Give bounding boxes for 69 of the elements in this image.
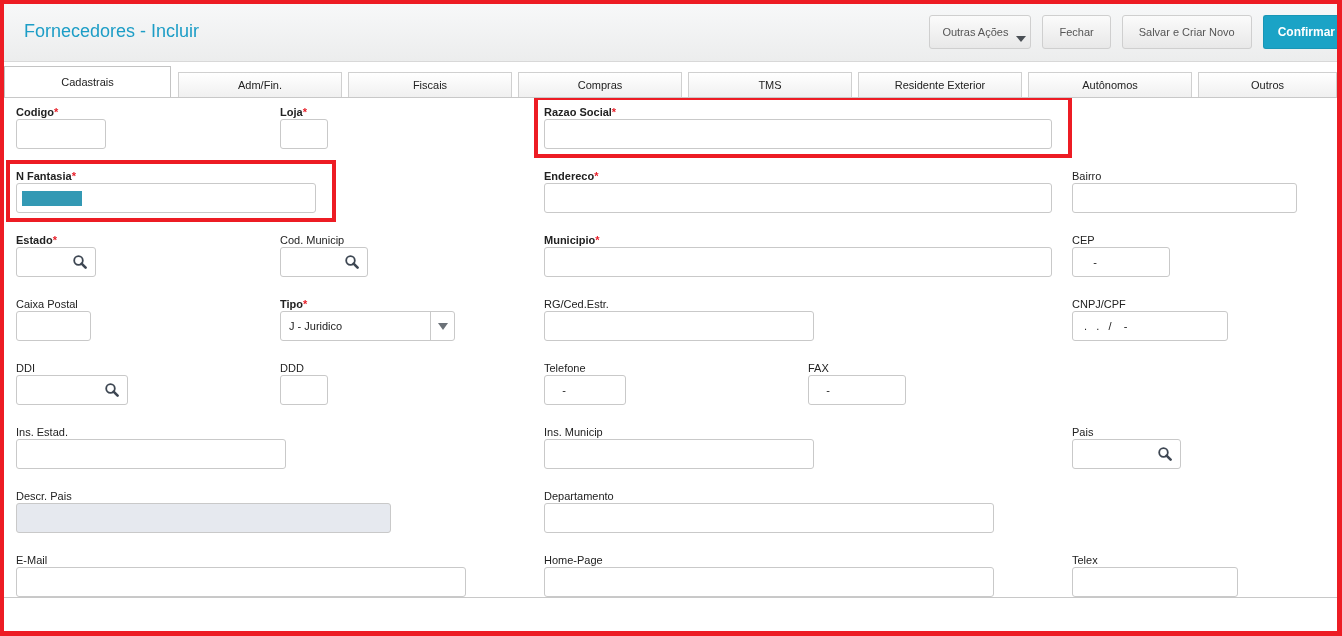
- input-field[interactable]: [280, 119, 328, 149]
- field-label: Endereco*: [544, 169, 599, 183]
- input-field[interactable]: [544, 183, 1052, 213]
- input-field[interactable]: [280, 375, 328, 405]
- toolbar-button[interactable]: Fechar: [1042, 15, 1111, 49]
- search-field[interactable]: [280, 247, 368, 277]
- input-field[interactable]: [544, 247, 1052, 277]
- input-field[interactable]: -: [1072, 247, 1170, 277]
- field-label: Bairro: [1072, 169, 1102, 183]
- field-label: N Fantasia*: [16, 169, 76, 183]
- search-field[interactable]: [16, 375, 128, 405]
- search-icon[interactable]: [73, 255, 87, 269]
- field-label: Departamento: [544, 489, 614, 503]
- tab[interactable]: Outros: [1198, 72, 1337, 97]
- input-field[interactable]: [16, 439, 286, 469]
- input-field[interactable]: [16, 119, 106, 149]
- field-label: Ins. Estad.: [16, 425, 68, 439]
- field-label: Cod. Municip: [280, 233, 345, 247]
- field-label: Caixa Postal: [16, 297, 78, 311]
- page-title: Fornecedores - Incluir: [24, 21, 200, 41]
- field-label: Razao Social*: [544, 105, 617, 119]
- field-label: Pais: [1072, 425, 1094, 439]
- search-field[interactable]: [1072, 439, 1181, 469]
- input-field[interactable]: [16, 311, 91, 341]
- field-label: DDI: [16, 361, 35, 375]
- field-label: Descr. Pais: [16, 489, 72, 503]
- input-field[interactable]: -: [808, 375, 906, 405]
- field-label: RG/Ced.Estr.: [544, 297, 609, 311]
- field-label: Codigo*: [16, 105, 59, 119]
- field-label: Tipo*: [280, 297, 308, 311]
- field-label: DDD: [280, 361, 304, 375]
- search-field[interactable]: [16, 247, 96, 277]
- field-label: Home-Page: [544, 553, 603, 567]
- field-label: CNPJ/CPF: [1072, 297, 1126, 311]
- tab[interactable]: Residente Exterior: [858, 72, 1022, 97]
- input-field[interactable]: -: [544, 375, 626, 405]
- field-label: Telex: [1072, 553, 1098, 567]
- input-field[interactable]: [16, 567, 466, 597]
- field-label: Loja*: [280, 105, 307, 119]
- input-field[interactable]: . . / -: [1072, 311, 1228, 341]
- input-field[interactable]: [544, 503, 994, 533]
- tab[interactable]: Autônomos: [1028, 72, 1192, 97]
- field-label: Municipio*: [544, 233, 600, 247]
- field-label: Estado*: [16, 233, 57, 247]
- search-icon[interactable]: [105, 383, 119, 397]
- tab[interactable]: Adm/Fin.: [178, 72, 342, 97]
- field-label: CEP: [1072, 233, 1095, 247]
- tab[interactable]: Fiscais: [348, 72, 512, 97]
- search-icon[interactable]: [345, 255, 359, 269]
- search-icon[interactable]: [1158, 447, 1172, 461]
- tab[interactable]: Cadastrais: [4, 66, 171, 97]
- caret-icon: [1016, 36, 1027, 42]
- input-field[interactable]: [1072, 183, 1297, 213]
- input-field[interactable]: [544, 567, 994, 597]
- input-field[interactable]: [16, 183, 316, 213]
- field-label: Telefone: [544, 361, 586, 375]
- tab[interactable]: Compras: [518, 72, 682, 97]
- input-field[interactable]: [544, 119, 1052, 149]
- actions-dropdown-button[interactable]: Outras Ações: [929, 15, 1032, 49]
- tab[interactable]: TMS: [688, 72, 852, 97]
- field-label: FAX: [808, 361, 829, 375]
- field-label: Ins. Municip: [544, 425, 603, 439]
- input-field[interactable]: [1072, 567, 1238, 597]
- caret-icon: [437, 322, 448, 330]
- select-field[interactable]: J - Juridico: [280, 311, 455, 341]
- toolbar-button[interactable]: Salvar e Criar Novo: [1121, 15, 1252, 49]
- input-field[interactable]: [544, 439, 814, 469]
- input-field[interactable]: [544, 311, 814, 341]
- field-label: E-Mail: [16, 553, 48, 567]
